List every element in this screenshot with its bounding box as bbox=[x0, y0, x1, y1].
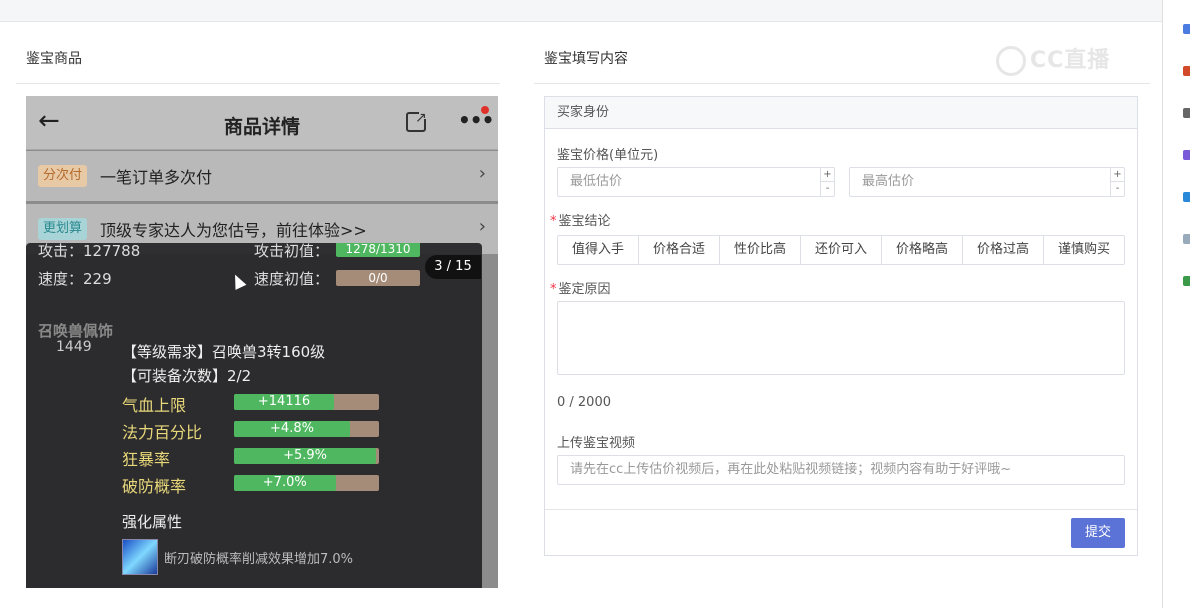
speed-stat: 速度：229 bbox=[38, 270, 112, 288]
left-divider bbox=[16, 83, 500, 84]
appraisal-form: 买家身份 鉴宝价格(单位元) 最低估价 + - 最高估价 + - * 鉴宝结论 值得入… bbox=[544, 96, 1138, 556]
share-arrow-icon: ↗ bbox=[415, 110, 427, 126]
browser-top-bar bbox=[0, 0, 1162, 22]
conclusion-option[interactable]: 性价比高 bbox=[720, 236, 801, 264]
conclusion-option[interactable]: 值得入手 bbox=[558, 236, 639, 264]
min-price-stepper[interactable]: + - bbox=[820, 168, 834, 196]
installment-badge: 分次付 bbox=[38, 165, 88, 187]
attr-label: 狂暴率 bbox=[122, 450, 171, 469]
attr-value: +14116 bbox=[257, 394, 311, 409]
max-price-input[interactable]: 最高估价 + - bbox=[849, 167, 1125, 197]
max-price-placeholder: 最高估价 bbox=[862, 174, 915, 189]
notification-dot bbox=[481, 106, 489, 114]
item-detail-overlay: 攻击：127788 攻击初值： 1278/1310 速度：229 速度初值： 0… bbox=[26, 243, 482, 588]
required-mark: * bbox=[550, 282, 557, 297]
toolbar-icon[interactable] bbox=[1183, 150, 1190, 160]
conclusion-option[interactable]: 价格过高 bbox=[963, 236, 1044, 264]
installment-text: 一笔订单多次付 bbox=[100, 168, 213, 187]
attr-bar: +14116 bbox=[234, 394, 379, 410]
accessory-section-title: 召唤兽佩饰 bbox=[38, 322, 114, 340]
attr-label: 法力百分比 bbox=[122, 423, 203, 442]
submit-button[interactable]: 提交 bbox=[1071, 518, 1125, 548]
video-label: 上传鉴宝视频 bbox=[557, 436, 636, 451]
toolbar-icon[interactable] bbox=[1183, 276, 1190, 286]
minus-icon[interactable]: - bbox=[821, 182, 834, 196]
attr-bar: +4.8% bbox=[234, 421, 379, 437]
product-header: ← 商品详情 ↗ ••• bbox=[26, 96, 498, 150]
equip-times: 【可装备次数】2/2 bbox=[122, 367, 252, 385]
attr-value: +7.0% bbox=[262, 475, 307, 490]
browser-side-toolbar bbox=[1162, 0, 1190, 608]
conclusion-options: 值得入手 价格合适 性价比高 还价可入 价格略高 价格过高 谨慎购买 bbox=[557, 235, 1125, 265]
toolbar-icon[interactable] bbox=[1183, 24, 1190, 34]
watermark-logo-icon bbox=[996, 46, 1026, 76]
attr-label: 气血上限 bbox=[122, 396, 187, 415]
conclusion-option[interactable]: 价格合适 bbox=[639, 236, 720, 264]
speed-init-label: 速度初值： bbox=[254, 270, 330, 288]
minus-icon[interactable]: - bbox=[1111, 182, 1124, 196]
buyer-identity-header: 买家身份 bbox=[545, 97, 1137, 129]
attr-bar: +7.0% bbox=[234, 475, 379, 491]
level-requirement: 【等级需求】召唤兽3转160级 bbox=[122, 343, 326, 361]
conclusion-option[interactable]: 还价可入 bbox=[801, 236, 882, 264]
attr-value: +4.8% bbox=[270, 421, 314, 436]
toolbar-icon[interactable] bbox=[1183, 192, 1190, 202]
reason-label-text: 鉴定原因 bbox=[558, 282, 611, 297]
min-price-input[interactable]: 最低估价 + - bbox=[557, 167, 835, 197]
right-section-title: 鉴宝填写内容 bbox=[544, 51, 628, 67]
video-link-placeholder: 请先在cc上传估价视频后，再在此处粘贴视频链接；视频内容有助于好评哦~ bbox=[570, 462, 1012, 477]
attack-init-bar: 1278/1310 bbox=[336, 243, 420, 257]
required-mark: * bbox=[550, 214, 557, 229]
video-link-input[interactable]: 请先在cc上传估价视频后，再在此处粘贴视频链接；视频内容有助于好评哦~ bbox=[557, 455, 1125, 485]
left-section-title: 鉴宝商品 bbox=[26, 51, 82, 67]
price-label: 鉴宝价格(单位元) bbox=[557, 148, 659, 163]
chevron-right-icon: › bbox=[478, 216, 486, 237]
char-counter: 0 / 2000 bbox=[557, 395, 611, 410]
skill-icon bbox=[122, 539, 158, 575]
value-badge: 更划算 bbox=[38, 218, 88, 240]
plus-icon[interactable]: + bbox=[821, 168, 834, 182]
toolbar-icon[interactable] bbox=[1183, 66, 1190, 76]
conclusion-label: * 鉴宝结论 bbox=[550, 210, 611, 229]
attr-value: +5.9% bbox=[283, 448, 327, 463]
attack-init-label: 攻击初值： bbox=[254, 243, 330, 260]
attack-stat: 攻击：127788 bbox=[38, 243, 141, 260]
enhance-title: 强化属性 bbox=[122, 513, 183, 531]
toolbar-icon[interactable] bbox=[1183, 234, 1190, 244]
toolbar-icon[interactable] bbox=[1183, 108, 1190, 118]
speed-init-bar: 0/0 bbox=[336, 270, 420, 286]
reason-textarea[interactable] bbox=[557, 301, 1125, 375]
conclusion-label-text: 鉴宝结论 bbox=[558, 214, 611, 229]
plus-icon[interactable]: + bbox=[1111, 168, 1124, 182]
attr-label: 破防概率 bbox=[122, 477, 187, 496]
conclusion-option[interactable]: 价格略高 bbox=[882, 236, 963, 264]
min-price-placeholder: 最低估价 bbox=[570, 174, 623, 189]
item-id: 1449 bbox=[56, 339, 92, 355]
chevron-right-icon: › bbox=[478, 163, 486, 184]
installment-row[interactable]: 分次付 一笔订单多次付 › bbox=[26, 151, 498, 201]
attr-bar: +5.9% bbox=[234, 448, 379, 464]
watermark: CC直播 bbox=[1030, 48, 1111, 73]
right-divider bbox=[534, 83, 1150, 84]
image-pager: 3 / 15 bbox=[425, 255, 481, 279]
enhance-text: 断刃破防概率削减效果增加7.0% bbox=[164, 552, 354, 567]
appraisal-text: 顶级专家达人为您估号，前往体验>> bbox=[100, 221, 367, 240]
form-footer-divider bbox=[545, 509, 1137, 510]
max-price-stepper[interactable]: + - bbox=[1110, 168, 1124, 196]
reason-label: * 鉴定原因 bbox=[550, 278, 611, 297]
conclusion-option[interactable]: 谨慎购买 bbox=[1044, 236, 1124, 264]
